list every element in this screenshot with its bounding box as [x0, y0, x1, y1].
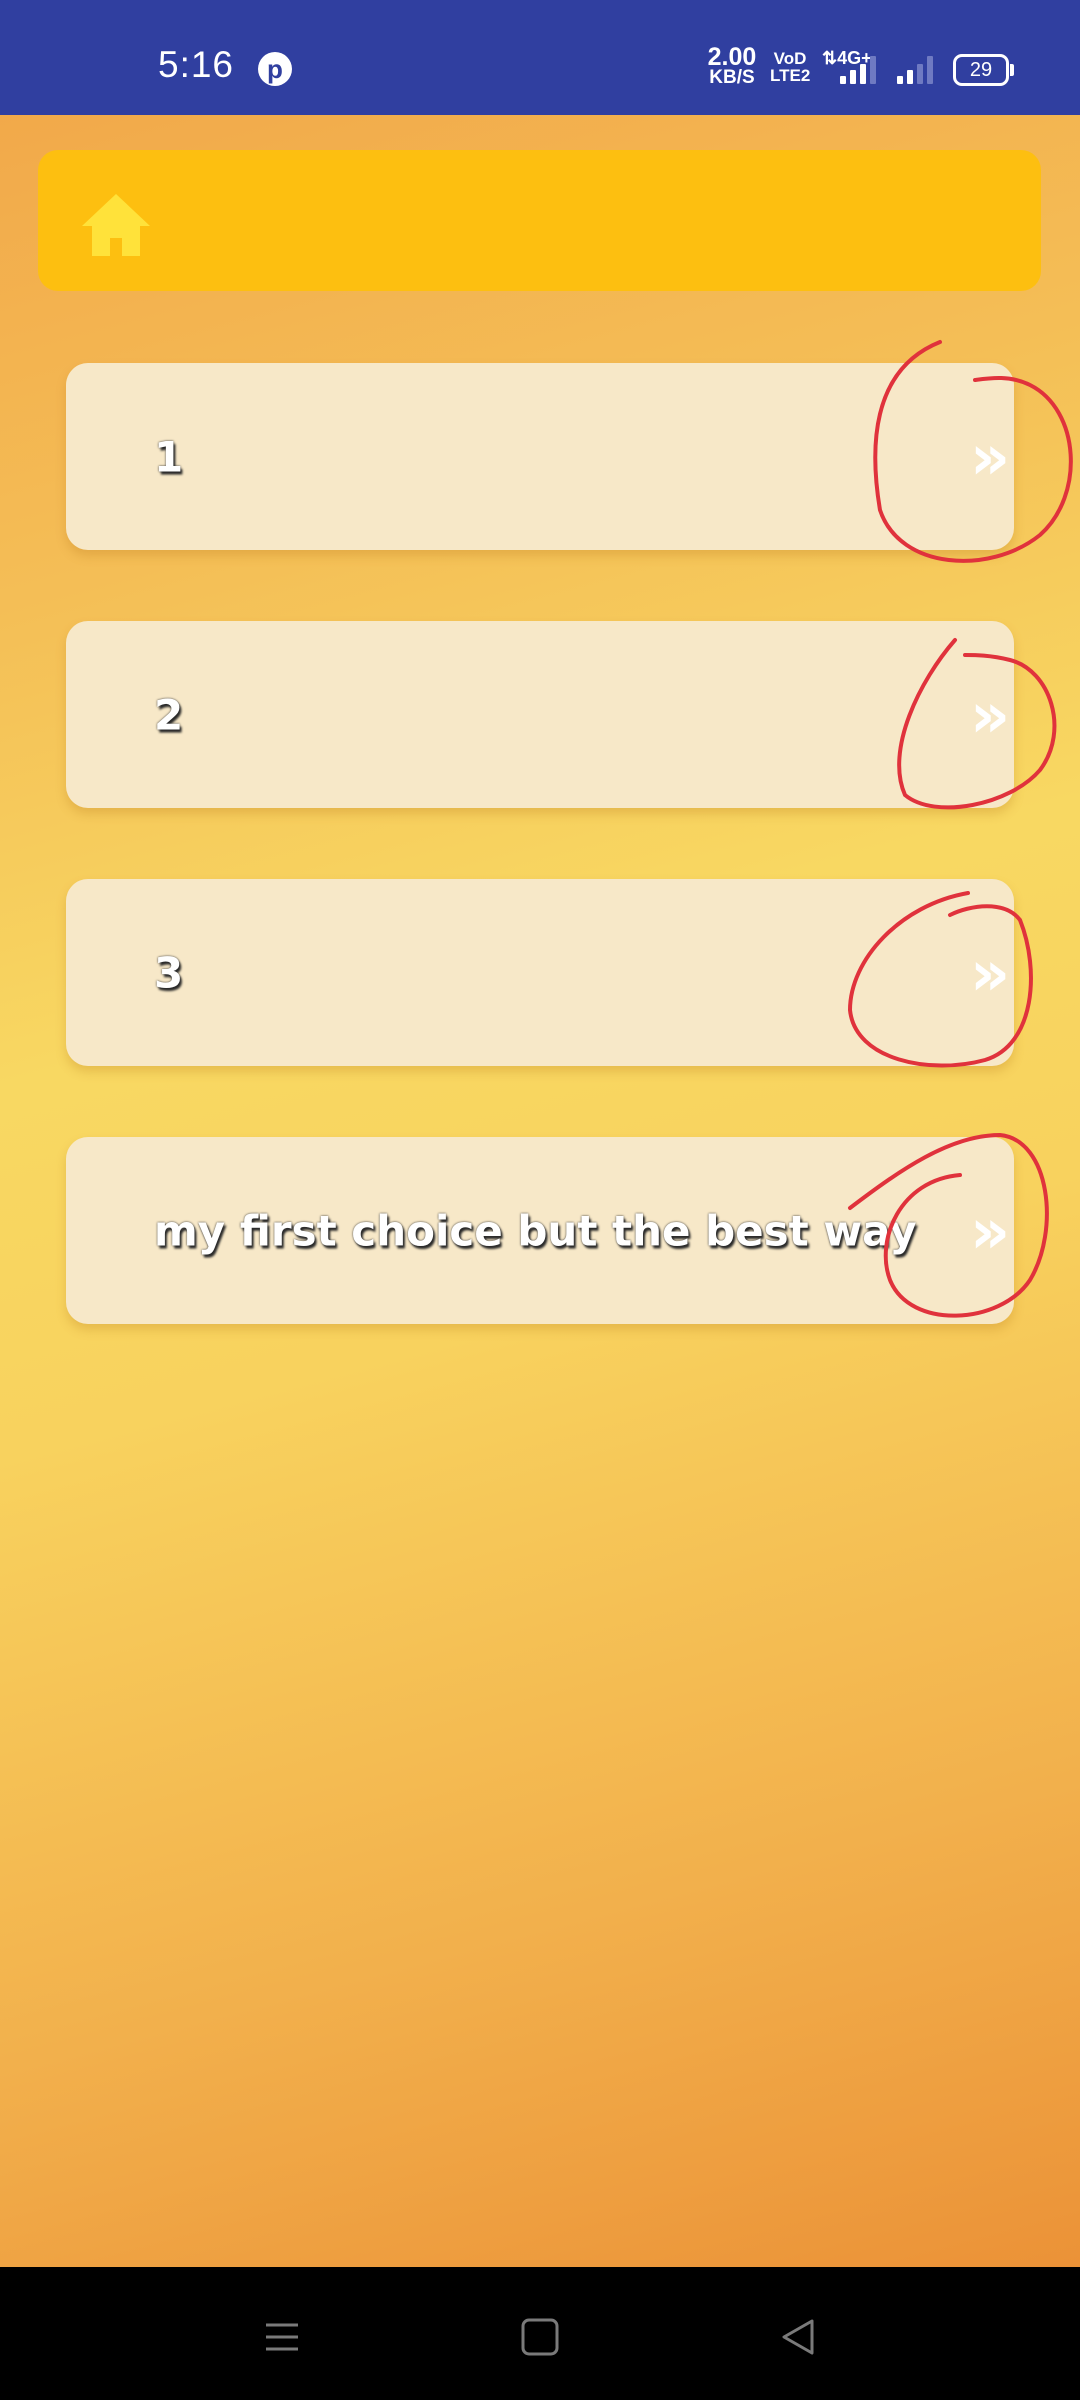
- signal-strength-icon-2: [895, 54, 955, 84]
- list-item-label: my first choice but the best way: [154, 1206, 917, 1255]
- volte-icon: VoD LTE2: [770, 49, 811, 85]
- signal-strength-icon: [838, 54, 898, 84]
- chevron-right-icon[interactable]: »: [970, 678, 1010, 751]
- list-item-label: 2: [154, 690, 184, 739]
- home-icon[interactable]: [80, 192, 152, 258]
- status-time: 5:16: [158, 44, 235, 85]
- list-item-label: 1: [154, 432, 184, 481]
- pinterest-icon: p: [258, 52, 292, 86]
- app-screen: 1 » 2 » 3 » my first choice but the best…: [0, 115, 1080, 2267]
- chevron-right-icon[interactable]: »: [970, 936, 1010, 1009]
- network-speed-unit: KB/S: [709, 67, 755, 88]
- network-speed: 2.00 KB/S: [704, 45, 760, 88]
- header-bar: [38, 150, 1041, 291]
- menu-icon[interactable]: [252, 2307, 312, 2367]
- list-item-1[interactable]: 1 »: [66, 363, 1014, 550]
- list-item-3[interactable]: 3 »: [66, 879, 1014, 1066]
- list-item-2[interactable]: 2 »: [66, 621, 1014, 808]
- status-bar: 5:16 p 2.00 KB/S VoD LTE2 ⇅4G+ 29: [0, 0, 1080, 115]
- chevron-right-icon[interactable]: »: [970, 420, 1010, 493]
- system-nav-bar: [0, 2267, 1080, 2400]
- chevron-right-icon[interactable]: »: [970, 1194, 1010, 1267]
- battery-icon: 29: [953, 54, 1014, 86]
- list-item-4[interactable]: my first choice but the best way »: [66, 1137, 1014, 1324]
- home-square-icon[interactable]: [510, 2307, 570, 2367]
- list-item-label: 3: [154, 948, 184, 997]
- back-triangle-icon[interactable]: [768, 2307, 828, 2367]
